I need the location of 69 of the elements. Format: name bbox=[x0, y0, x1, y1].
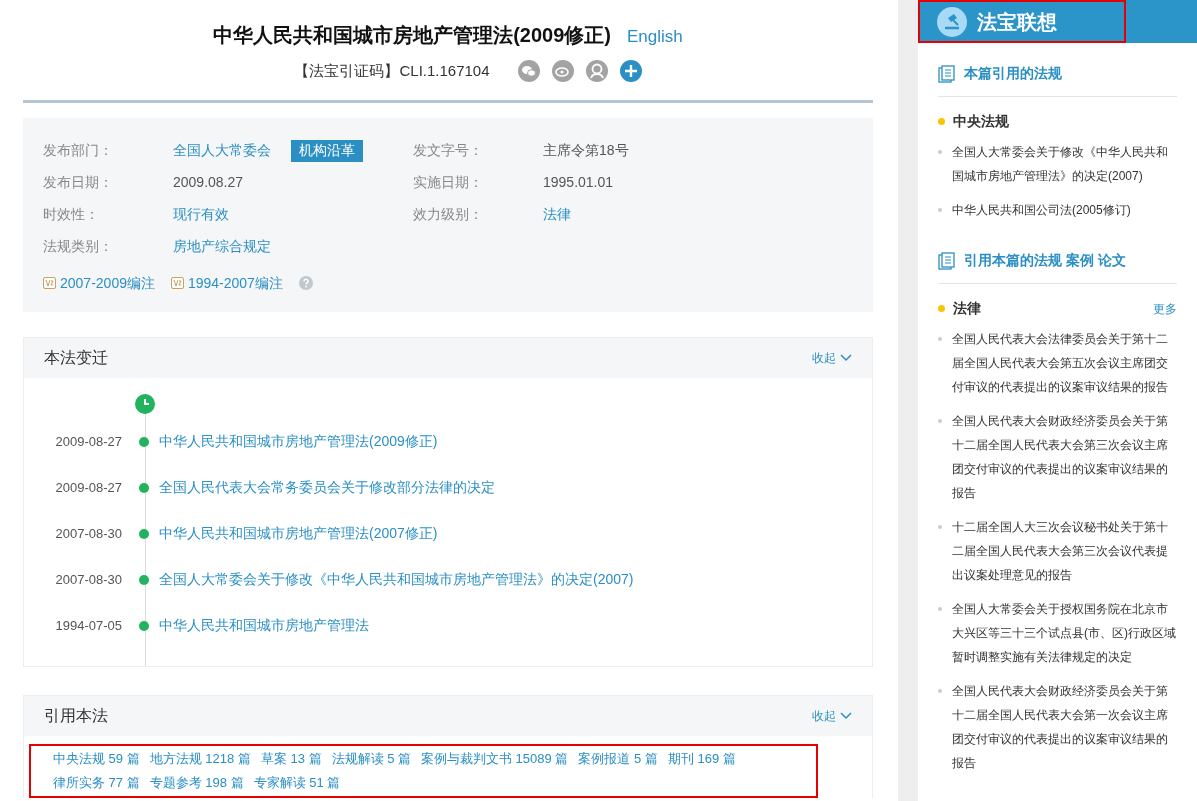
related-law-link[interactable]: 全国人民代表大会财政经济委员会关于第十二届全国人民代表大会第一次会议主席团交付审议的代表提出的议案审议结果的报告 bbox=[952, 679, 1177, 775]
timeline-date: 2009-08-27 bbox=[54, 478, 122, 497]
related-law-link[interactable]: 全国人大常委会关于授权国务院在北京市大兴区等三十三个试点县(市、区)行政区域暂时调整实施有关法律规定的决定 bbox=[952, 597, 1177, 669]
page-title: 中华人民共和国城市房地产管理法(2009修正) bbox=[213, 23, 611, 48]
citation-count-link[interactable]: 专题参考 198 篇 bbox=[149, 770, 244, 795]
field-label: 时效性： bbox=[43, 205, 100, 224]
field-value: 2009.08.27 bbox=[173, 173, 244, 192]
document-list-icon bbox=[938, 64, 956, 83]
chevron-down-icon bbox=[840, 711, 852, 720]
annotation-link[interactable]: 2007-2009编注 bbox=[43, 272, 155, 294]
citation-count-link[interactable]: 法规解读 5 篇 bbox=[331, 746, 411, 771]
section-title: 引用本法 bbox=[44, 705, 108, 726]
citation-count-link[interactable]: 律所实务 77 篇 bbox=[53, 770, 140, 795]
field-value: 1995.01.01 bbox=[543, 173, 614, 192]
related-law-link[interactable]: 中华人民共和国公司法(2005修订) bbox=[952, 198, 1131, 222]
field-label: 发文字号： bbox=[413, 141, 484, 160]
citation-count-link[interactable]: 案例报道 5 篇 bbox=[578, 746, 658, 771]
related-law-link[interactable]: 全国人民代表大会法律委员会关于第十二届全国人民代表大会第五次会议主席团交付审议的代表提出的议案审议结果的报告 bbox=[952, 327, 1177, 399]
timeline-date: 2007-08-30 bbox=[54, 524, 122, 543]
version-icon bbox=[43, 277, 56, 289]
field-value: 主席令第18号 bbox=[543, 141, 629, 160]
citation-count-link[interactable]: 期刊 169 篇 bbox=[667, 746, 736, 771]
field-link[interactable]: 全国人大常委会 bbox=[173, 140, 271, 161]
field-label: 实施日期： bbox=[413, 173, 484, 192]
help-icon[interactable] bbox=[298, 276, 313, 290]
field-link[interactable]: 房地产综合规定 bbox=[173, 236, 271, 257]
group-title: 中央法规 bbox=[953, 112, 1009, 131]
citation-count-link[interactable]: 案例与裁判文书 15089 篇 bbox=[421, 746, 569, 771]
timeline-date: 1994-07-05 bbox=[54, 616, 122, 635]
timeline-link[interactable]: 中华人民共和国城市房地产管理法 bbox=[159, 615, 369, 636]
citation-count-link[interactable]: 专家解读 51 篇 bbox=[253, 770, 341, 795]
collapse-toggle[interactable]: 收起 bbox=[812, 348, 852, 367]
citation-count-link[interactable]: 草案 13 篇 bbox=[260, 746, 322, 771]
citation-count-link[interactable]: 中央法规 59 篇 bbox=[53, 746, 140, 771]
related-law-link[interactable]: 全国人大常委会关于修改《中华人民共和国城市房地产管理法》的决定(2007) bbox=[952, 140, 1177, 188]
field-label: 发布日期： bbox=[43, 173, 114, 192]
version-icon bbox=[170, 277, 184, 289]
history-button[interactable]: 机构沿革 bbox=[291, 139, 363, 162]
plus-icon[interactable] bbox=[619, 60, 642, 83]
more-link[interactable]: 更多 bbox=[1153, 299, 1177, 318]
document-list-icon bbox=[938, 251, 956, 270]
sidebar-title: 法宝联想 bbox=[977, 9, 1057, 35]
sidebar-section-title: 本篇引用的法规 bbox=[964, 64, 1062, 83]
related-law-link[interactable]: 全国人民代表大会财政经济委员会关于第十二届全国人民代表大会第三次会议主席团交付审议的代表提出的议案审议结果的报告 bbox=[952, 409, 1177, 505]
field-label: 效力级别： bbox=[413, 205, 484, 224]
section-title: 本法变迁 bbox=[44, 347, 108, 368]
chat-share-icon[interactable] bbox=[517, 60, 540, 83]
field-link[interactable]: 现行有效 bbox=[173, 204, 229, 225]
timeline-link[interactable]: 中华人民共和国城市房地产管理法(2007修正) bbox=[159, 523, 438, 544]
citation-code: 【法宝引证码】CLI.1.167104 bbox=[294, 61, 490, 81]
sidebar-section-title: 引用本篇的法规 案例 论文 bbox=[964, 251, 1126, 270]
user-share-icon[interactable] bbox=[585, 60, 608, 83]
collapse-toggle[interactable]: 收起 bbox=[812, 706, 852, 725]
related-law-link[interactable]: 十二届全国人大三次会议秘书处关于第十二届全国人民代表大会第三次会议代表提出议案处理意见的报告 bbox=[952, 515, 1177, 587]
timeline-date: 2007-08-30 bbox=[54, 570, 122, 589]
field-label: 发布部门： bbox=[43, 141, 114, 160]
field-label: 法规类别： bbox=[43, 237, 114, 256]
timeline-link[interactable]: 中华人民共和国城市房地产管理法(2009修正) bbox=[159, 431, 438, 452]
chevron-down-icon bbox=[840, 353, 852, 362]
group-title: 法律 bbox=[953, 299, 981, 318]
field-link[interactable]: 法律 bbox=[543, 204, 571, 225]
timeline-link[interactable]: 全国人民代表大会常务委员会关于修改部分法律的决定 bbox=[159, 477, 495, 498]
timeline-link[interactable]: 全国人大常委会关于修改《中华人民共和国城市房地产管理法》的决定(2007) bbox=[159, 569, 634, 590]
clock-icon bbox=[135, 393, 155, 414]
english-link[interactable]: English bbox=[627, 24, 683, 50]
annotation-link[interactable]: 1994-2007编注 bbox=[170, 272, 283, 294]
timeline-date: 2009-08-27 bbox=[54, 432, 122, 451]
gavel-icon bbox=[937, 6, 967, 37]
citation-count-link[interactable]: 地方法规 1218 篇 bbox=[149, 746, 251, 771]
